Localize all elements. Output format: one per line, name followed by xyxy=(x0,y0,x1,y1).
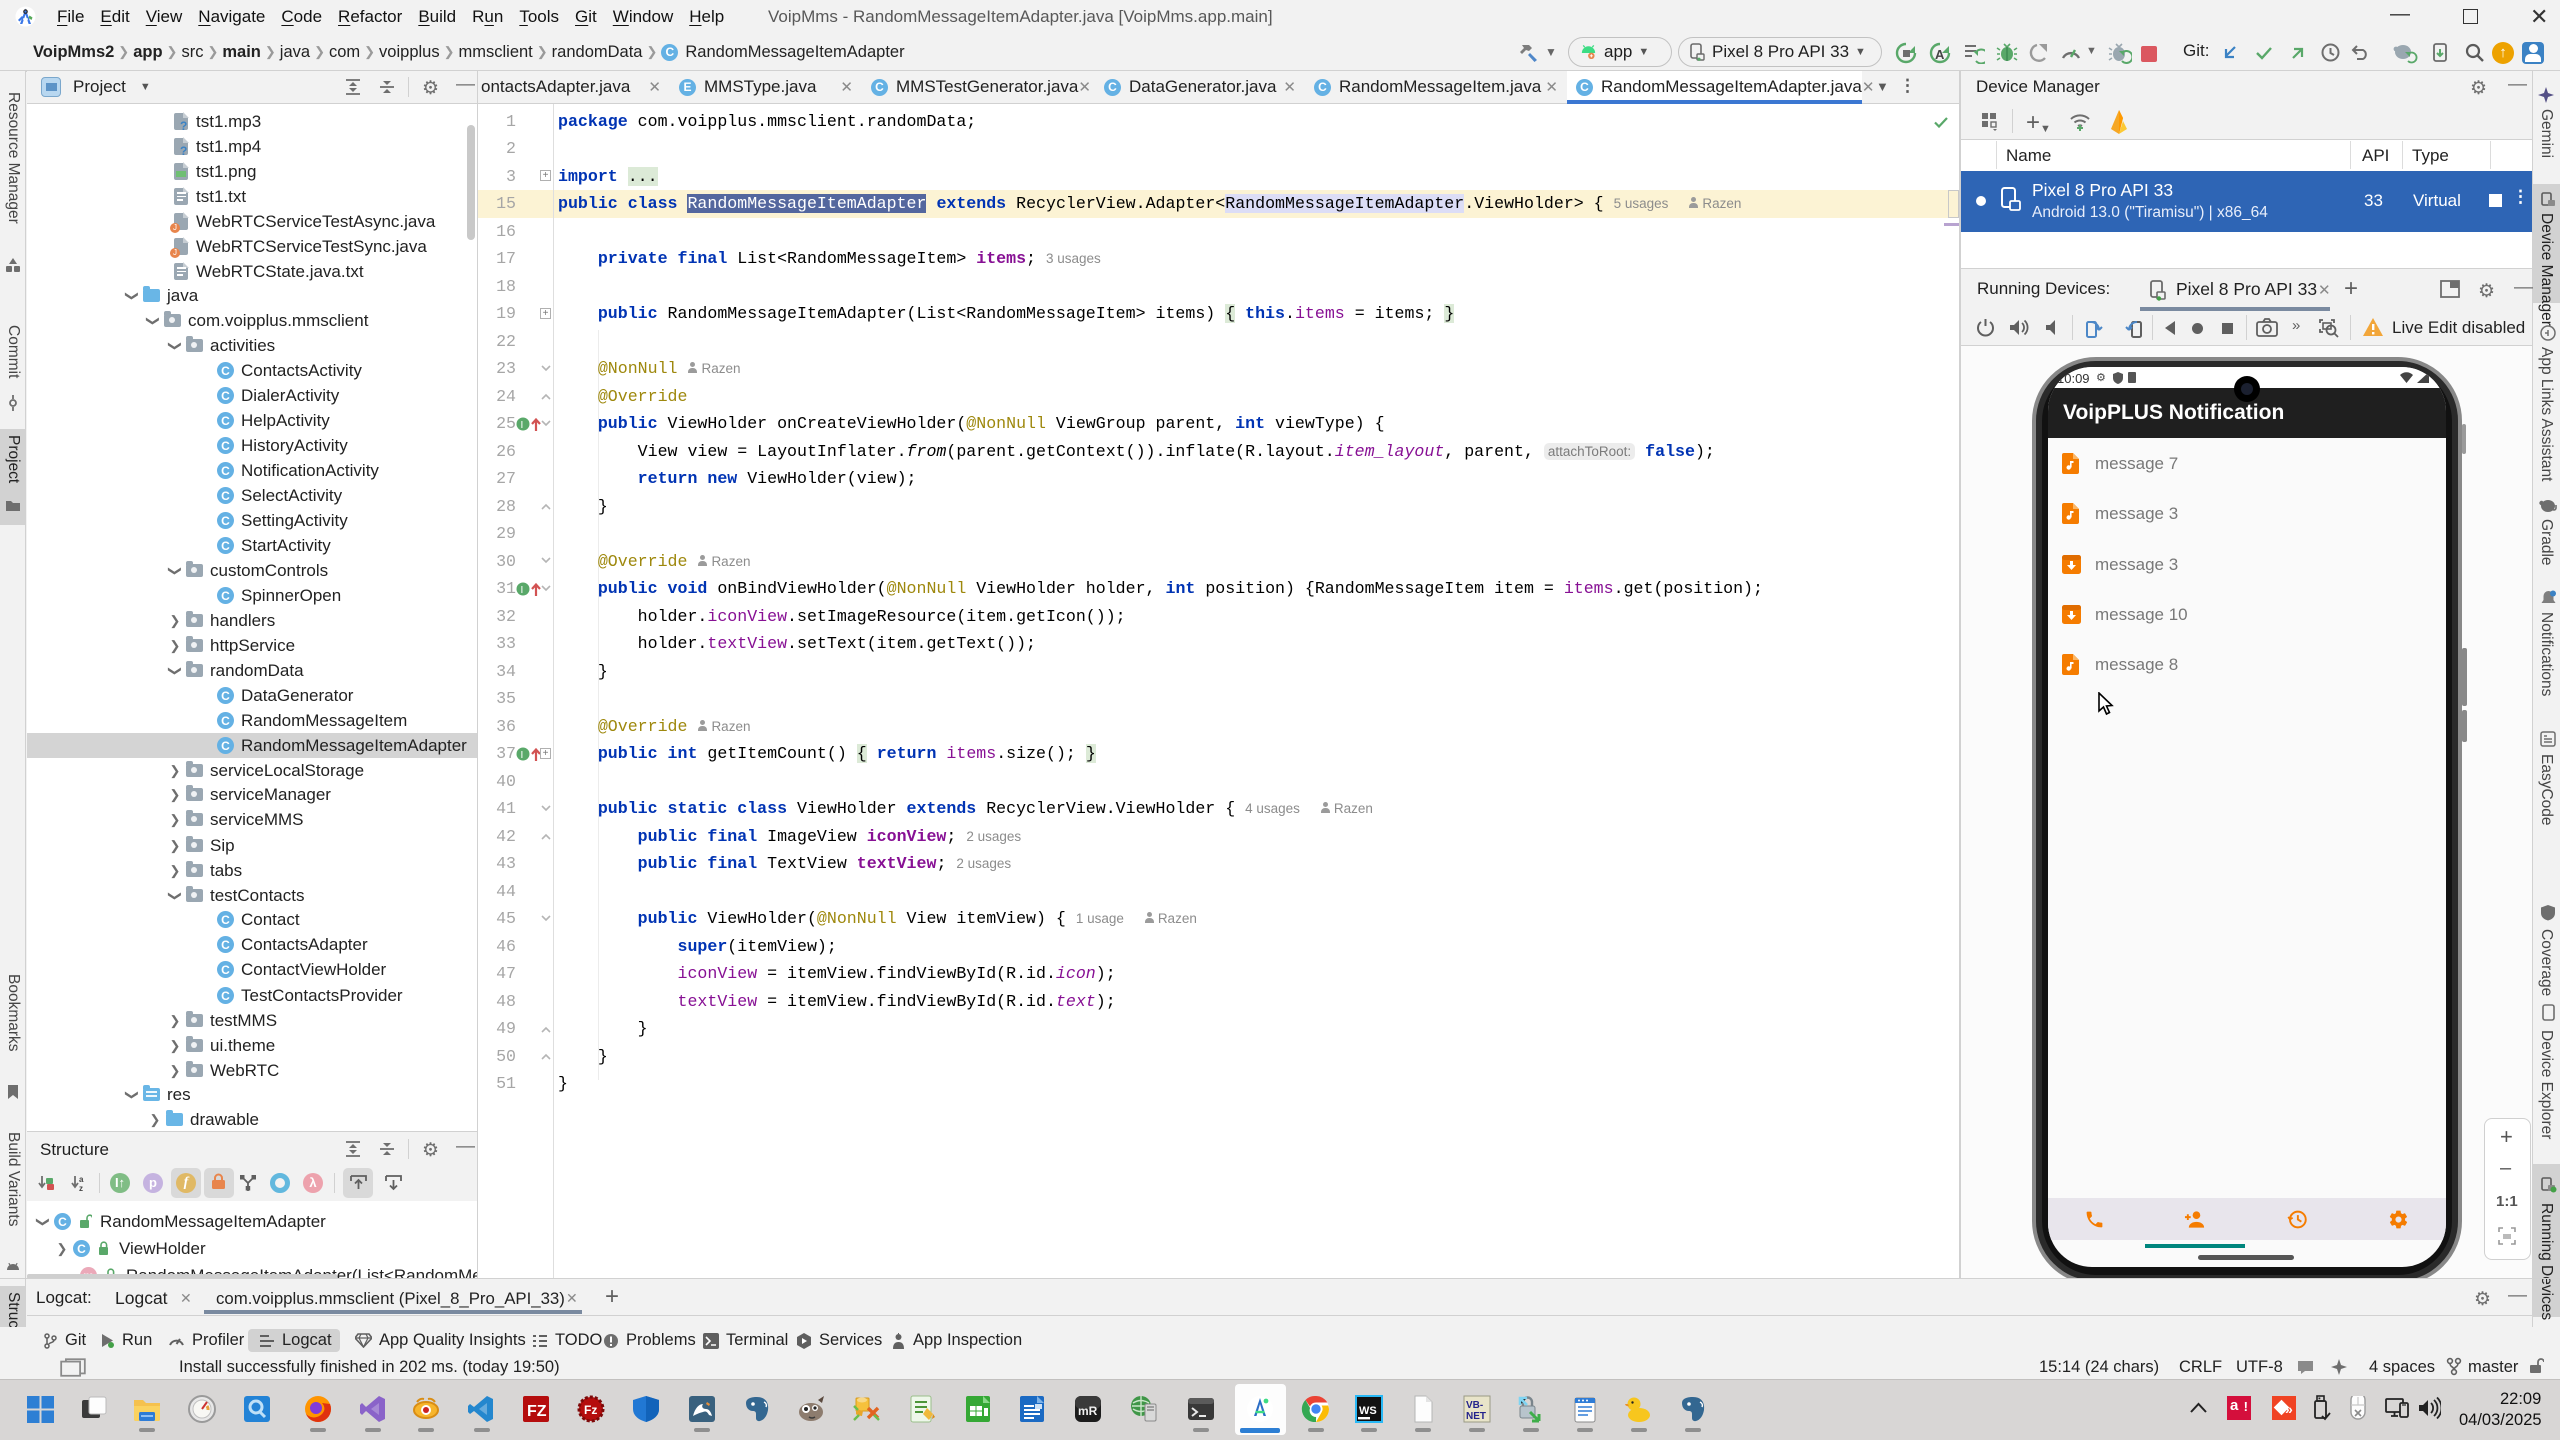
svg-text:z: z xyxy=(79,1184,83,1192)
svg-text:A: A xyxy=(1935,47,1945,62)
svg-text:NET: NET xyxy=(1466,1411,1486,1422)
svg-text:a: a xyxy=(79,1175,84,1184)
svg-text:VB-: VB- xyxy=(1466,1400,1483,1411)
svg-text:mR: mR xyxy=(1078,1404,1098,1418)
svg-text:I: I xyxy=(521,750,524,761)
svg-text:FZ: FZ xyxy=(527,1403,547,1420)
svg-text:Fz: Fz xyxy=(584,1403,597,1417)
svg-text:WS: WS xyxy=(1359,1405,1377,1417)
svg-text:I: I xyxy=(521,420,524,431)
svg-text:I: I xyxy=(521,585,524,596)
